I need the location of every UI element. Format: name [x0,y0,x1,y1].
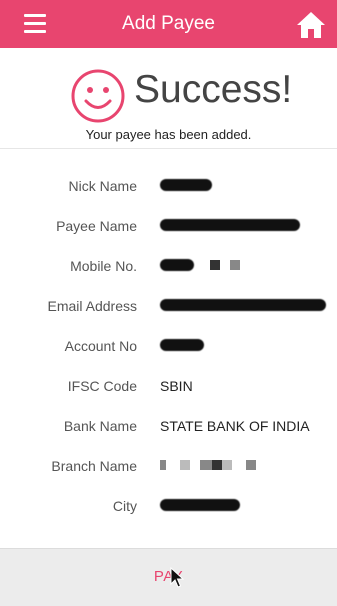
bank-value: STATE BANK OF INDIA [160,418,310,434]
detail-label: Payee Name [56,218,137,234]
detail-row-bank: Bank Name STATE BANK OF INDIA [0,405,337,445]
detail-label: Account No [64,338,137,354]
detail-label: Mobile No. [70,258,137,274]
detail-label: IFSC Code [67,378,137,394]
redacted-value [160,339,204,351]
redacted-value [160,259,194,271]
success-title: Success! [134,68,293,111]
pay-button[interactable]: PAY [0,568,337,585]
redacted-value [160,499,240,511]
ifsc-value: SBIN [160,378,193,394]
divider [0,148,337,149]
redacted-value [210,260,220,270]
detail-row-account: Account No [0,325,337,365]
success-message: Your payee has been added. [85,127,252,142]
redacted-value [160,179,212,191]
redacted-value [180,460,190,470]
detail-row-ifsc: IFSC Code SBIN [0,365,337,405]
app-header: Add Payee [0,0,337,48]
redacted-value [160,299,326,311]
redacted-value [200,460,212,470]
success-panel: Success! Your payee has been added. [0,48,337,148]
footer-bar: PAY [0,548,337,606]
redacted-value [230,260,240,270]
detail-row-payee-name: Payee Name [0,205,337,245]
detail-row-email: Email Address [0,285,337,325]
detail-row-branch: Branch Name [0,445,337,485]
smiley-icon [71,69,125,123]
detail-row-city: City [0,485,337,525]
detail-row-nick-name: Nick Name [0,165,337,205]
detail-label: Bank Name [63,418,137,434]
redacted-value [222,460,232,470]
detail-label: Nick Name [68,178,137,194]
detail-label: City [112,498,137,514]
detail-label: Email Address [47,298,137,314]
redacted-value [160,460,166,470]
home-icon[interactable] [295,10,327,40]
redacted-value [246,460,256,470]
redacted-value [160,219,300,231]
detail-row-mobile: Mobile No. [0,245,337,285]
detail-label: Branch Name [51,458,137,474]
mouse-pointer-icon [170,567,184,588]
page-title: Add Payee [122,13,215,34]
redacted-value [212,460,222,470]
